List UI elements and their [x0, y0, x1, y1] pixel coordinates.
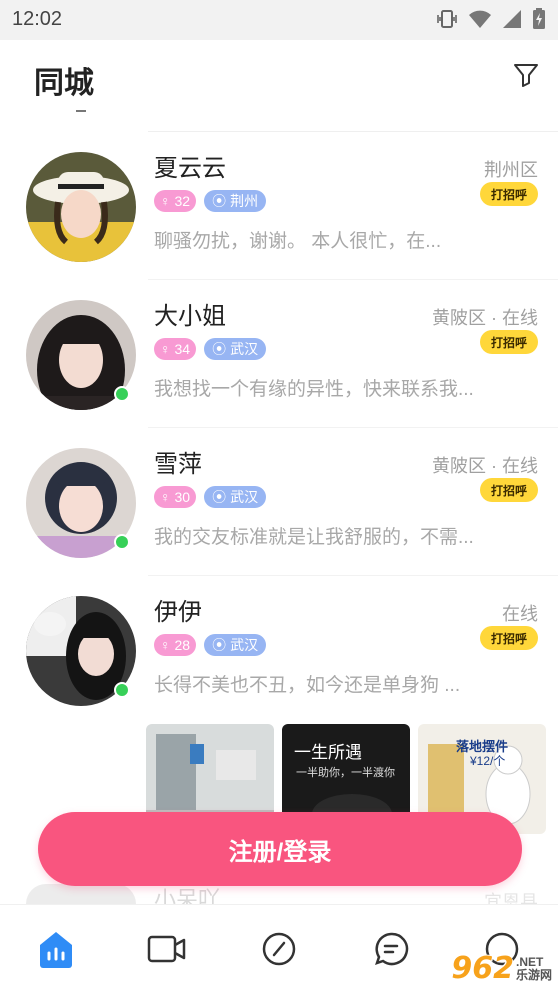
gender-icon: ♀: [160, 637, 171, 653]
user-bio: 长得不美也不丑，如今还是单身狗 ...: [154, 675, 461, 696]
status-icons: [436, 8, 546, 30]
tags: ♀ 30 ⦿ 武汉: [154, 486, 267, 508]
location-pin-icon: ⦿: [212, 193, 227, 209]
age-value: 32: [174, 193, 191, 209]
wifi-icon: [469, 10, 491, 28]
message-icon: [374, 932, 408, 965]
location-pin-icon: ⦿: [212, 341, 227, 357]
gender-icon: ♀: [160, 193, 171, 209]
user-name: 伊伊: [154, 599, 202, 626]
online-indicator: [114, 386, 130, 402]
age-value: 28: [174, 637, 191, 653]
greet-button[interactable]: 打招呼: [480, 182, 538, 206]
user-location: 黄陂区 · 在线: [432, 456, 538, 476]
discover-icon: [262, 932, 296, 965]
city-tag: ⦿ 荆州: [204, 190, 267, 212]
vibrate-icon: [437, 10, 457, 28]
signal-icon: [503, 10, 521, 28]
header: 同城: [0, 40, 558, 132]
city-value: 武汉: [230, 637, 259, 653]
city-tag: ⦿ 武汉: [204, 338, 267, 360]
age-tag: ♀ 28: [154, 634, 197, 656]
list-item[interactable]: 大小姐 黄陂区 · 在线 ♀ 34 ⦿ 武汉 打招呼 我想找一个有缘的异性，快来联系…: [0, 280, 558, 428]
watermark-label: 乐游网: [515, 967, 552, 982]
nav-home[interactable]: [26, 919, 86, 979]
user-bio: 我的交友标准就是让我舒服的，不需...: [154, 527, 474, 548]
photo-subcaption: 一半助你，一半渡你: [296, 767, 395, 779]
user-name: 雪萍: [154, 451, 202, 478]
online-indicator: [114, 682, 130, 698]
greet-button[interactable]: 打招呼: [480, 330, 538, 354]
list-item[interactable]: 伊伊 在线 ♀ 28 ⦿ 武汉 打招呼 长得不美也不丑，如今还是单身狗 ...: [0, 576, 558, 724]
home-icon: [39, 931, 72, 968]
nav-discover[interactable]: [249, 919, 309, 979]
photo-caption: 一生所遇: [294, 743, 362, 763]
user-bio: 聊骚勿扰，谢谢。 本人很忙，在...: [154, 231, 442, 252]
city-value: 武汉: [230, 341, 259, 357]
battery-icon: [533, 8, 545, 29]
location-pin-icon: ⦿: [212, 637, 227, 653]
age-tag: ♀ 32: [154, 190, 197, 212]
age-value: 34: [174, 341, 191, 357]
nav-video[interactable]: [137, 919, 197, 979]
age-tag: ♀ 34: [154, 338, 197, 360]
user-location: 在线: [502, 604, 538, 624]
register-login-button[interactable]: 注册/登录: [38, 812, 522, 886]
page-title: 同城: [34, 67, 94, 100]
user-name: 大小姐: [154, 303, 226, 330]
gender-icon: ♀: [160, 489, 171, 505]
tags: ♀ 28 ⦿ 武汉: [154, 634, 267, 656]
age-tag: ♀ 30: [154, 486, 197, 508]
video-icon: [148, 935, 186, 962]
greet-button[interactable]: 打招呼: [480, 626, 538, 650]
online-indicator: [114, 534, 130, 550]
city-tag: ⦿ 武汉: [204, 486, 267, 508]
filter-button[interactable]: [510, 58, 542, 90]
title-indicator: [76, 110, 86, 112]
greet-button[interactable]: 打招呼: [480, 478, 538, 502]
avatar: [26, 884, 136, 904]
user-name: 夏云云: [154, 155, 226, 182]
location-pin-icon: ⦿: [212, 489, 227, 505]
list-item[interactable]: 雪萍 黄陂区 · 在线 ♀ 30 ⦿ 武汉 打招呼 我的交友标准就是让我舒服的，不需…: [0, 428, 558, 576]
watermark-text: .NET 乐游网: [515, 954, 552, 982]
status-time: 12:02: [12, 8, 63, 30]
user-location: 黄陂区 · 在线: [432, 308, 538, 328]
city-value: 荆州: [230, 193, 259, 209]
user-location: 荆州区: [484, 160, 538, 180]
list-item[interactable]: 夏云云 荆州区 ♀ 32 ⦿ 荆州 打招呼 聊骚勿扰，谢谢。 本人很忙，在...: [0, 132, 558, 280]
watermark-number: 962: [451, 951, 514, 986]
photo-subcaption: ¥12/个: [470, 754, 506, 768]
nav-message[interactable]: [361, 919, 421, 979]
user-bio: 我想找一个有缘的异性，快来联系我...: [154, 379, 474, 400]
tags: ♀ 34 ⦿ 武汉: [154, 338, 267, 360]
age-value: 30: [174, 489, 191, 505]
city-value: 武汉: [230, 489, 259, 505]
filter-icon: [514, 64, 538, 87]
watermark: 962 .NET 乐游网: [451, 951, 552, 986]
tags: ♀ 32 ⦿ 荆州: [154, 190, 267, 212]
city-tag: ⦿ 武汉: [204, 634, 267, 656]
watermark-suffix: .NET: [515, 954, 544, 969]
gender-icon: ♀: [160, 341, 171, 357]
avatar[interactable]: [26, 152, 136, 262]
status-bar: 12:02: [0, 0, 558, 40]
